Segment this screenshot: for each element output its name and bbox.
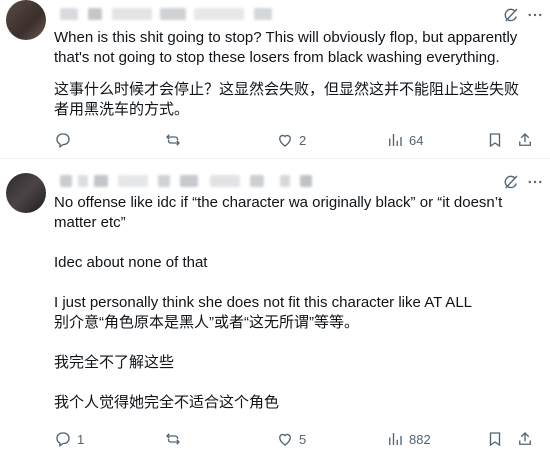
reply-icon xyxy=(56,133,70,149)
redacted-handle xyxy=(112,8,152,20)
tweet-text-en: When is this shit going to stop? This wi… xyxy=(54,29,518,66)
tweet-text: No offense like idc if “the character wa… xyxy=(54,193,530,413)
bookmark-icon xyxy=(489,133,501,148)
grok-icon xyxy=(504,175,518,189)
retweet-icon xyxy=(166,433,180,445)
tweet-paragraph: Idec about none of that xyxy=(54,254,208,271)
retweet-button[interactable] xyxy=(164,429,187,449)
share-icon xyxy=(519,432,531,445)
redacted-handle xyxy=(250,175,264,187)
avatar[interactable] xyxy=(6,0,46,40)
bookmark-button[interactable] xyxy=(486,429,504,449)
bookmark-icon xyxy=(489,432,501,447)
tweet-translation: 别介意“角色原本是黑人”或者“这无所谓”等等。 xyxy=(54,314,359,331)
more-icon xyxy=(528,13,542,17)
redacted-handle xyxy=(194,8,244,20)
reply-button[interactable]: 1 xyxy=(54,429,84,449)
heart-icon xyxy=(279,433,291,446)
more-button[interactable] xyxy=(524,4,546,26)
share-button[interactable] xyxy=(516,429,534,449)
more-button[interactable] xyxy=(524,171,546,193)
redacted-name xyxy=(60,175,72,187)
redacted-handle xyxy=(118,175,148,187)
reply-count: 1 xyxy=(77,431,85,447)
tweet-translation: 我个人觉得她完全不适合这个角色 xyxy=(54,394,280,411)
like-button[interactable]: 2 xyxy=(276,130,306,150)
tweet[interactable]: No offense like idc if “the character wa… xyxy=(0,158,550,451)
views-icon xyxy=(389,134,402,146)
views-count: 64 xyxy=(409,132,424,148)
redacted-timestamp xyxy=(300,175,312,187)
like-count: 2 xyxy=(299,132,307,148)
reply-button[interactable] xyxy=(54,130,77,150)
views-icon xyxy=(389,433,402,445)
views-button[interactable]: 64 xyxy=(386,130,423,150)
views-count: 882 xyxy=(409,431,431,447)
retweet-button[interactable] xyxy=(164,130,187,150)
tweet-text-translation: 这事什么时候才会停止？这显然会失败，但显然这并不能阻止这些失败者用黑洗车的方式。 xyxy=(54,81,520,118)
redacted-handle xyxy=(210,175,240,187)
reply-icon xyxy=(56,432,70,448)
retweet-icon xyxy=(166,134,180,146)
redacted-handle xyxy=(160,8,186,20)
grok-button[interactable] xyxy=(500,171,522,193)
grok-button[interactable] xyxy=(500,4,522,26)
share-button[interactable] xyxy=(516,130,534,150)
redacted-handle xyxy=(158,175,170,187)
more-icon xyxy=(528,180,542,184)
redacted-name xyxy=(94,175,108,187)
avatar[interactable] xyxy=(6,173,46,213)
action-bar: 2 64 xyxy=(54,130,542,150)
tweet-header xyxy=(54,4,550,24)
redacted-name xyxy=(78,175,88,187)
redacted-timestamp xyxy=(254,8,272,20)
heart-icon xyxy=(279,134,291,147)
bookmark-button[interactable] xyxy=(486,130,504,150)
views-button[interactable]: 882 xyxy=(386,429,431,449)
tweet-header xyxy=(54,171,550,191)
redacted-name xyxy=(60,8,78,20)
redacted-handle xyxy=(180,175,198,187)
redacted-name xyxy=(88,8,102,20)
redacted-timestamp xyxy=(280,175,290,187)
action-bar: 1 5 882 xyxy=(54,429,542,449)
tweet[interactable]: When is this shit going to stop? This wi… xyxy=(0,0,550,158)
tweet-paragraph: I just personally think she does not fit… xyxy=(54,294,473,311)
like-button[interactable]: 5 xyxy=(276,429,306,449)
like-count: 5 xyxy=(299,431,307,447)
tweet-translation: 我完全不了解这些 xyxy=(54,354,175,371)
tweet-text: When is this shit going to stop? This wi… xyxy=(54,28,530,120)
grok-icon xyxy=(504,8,518,22)
tweet-paragraph: No offense like idc if “the character wa… xyxy=(54,194,503,231)
share-icon xyxy=(519,133,531,146)
